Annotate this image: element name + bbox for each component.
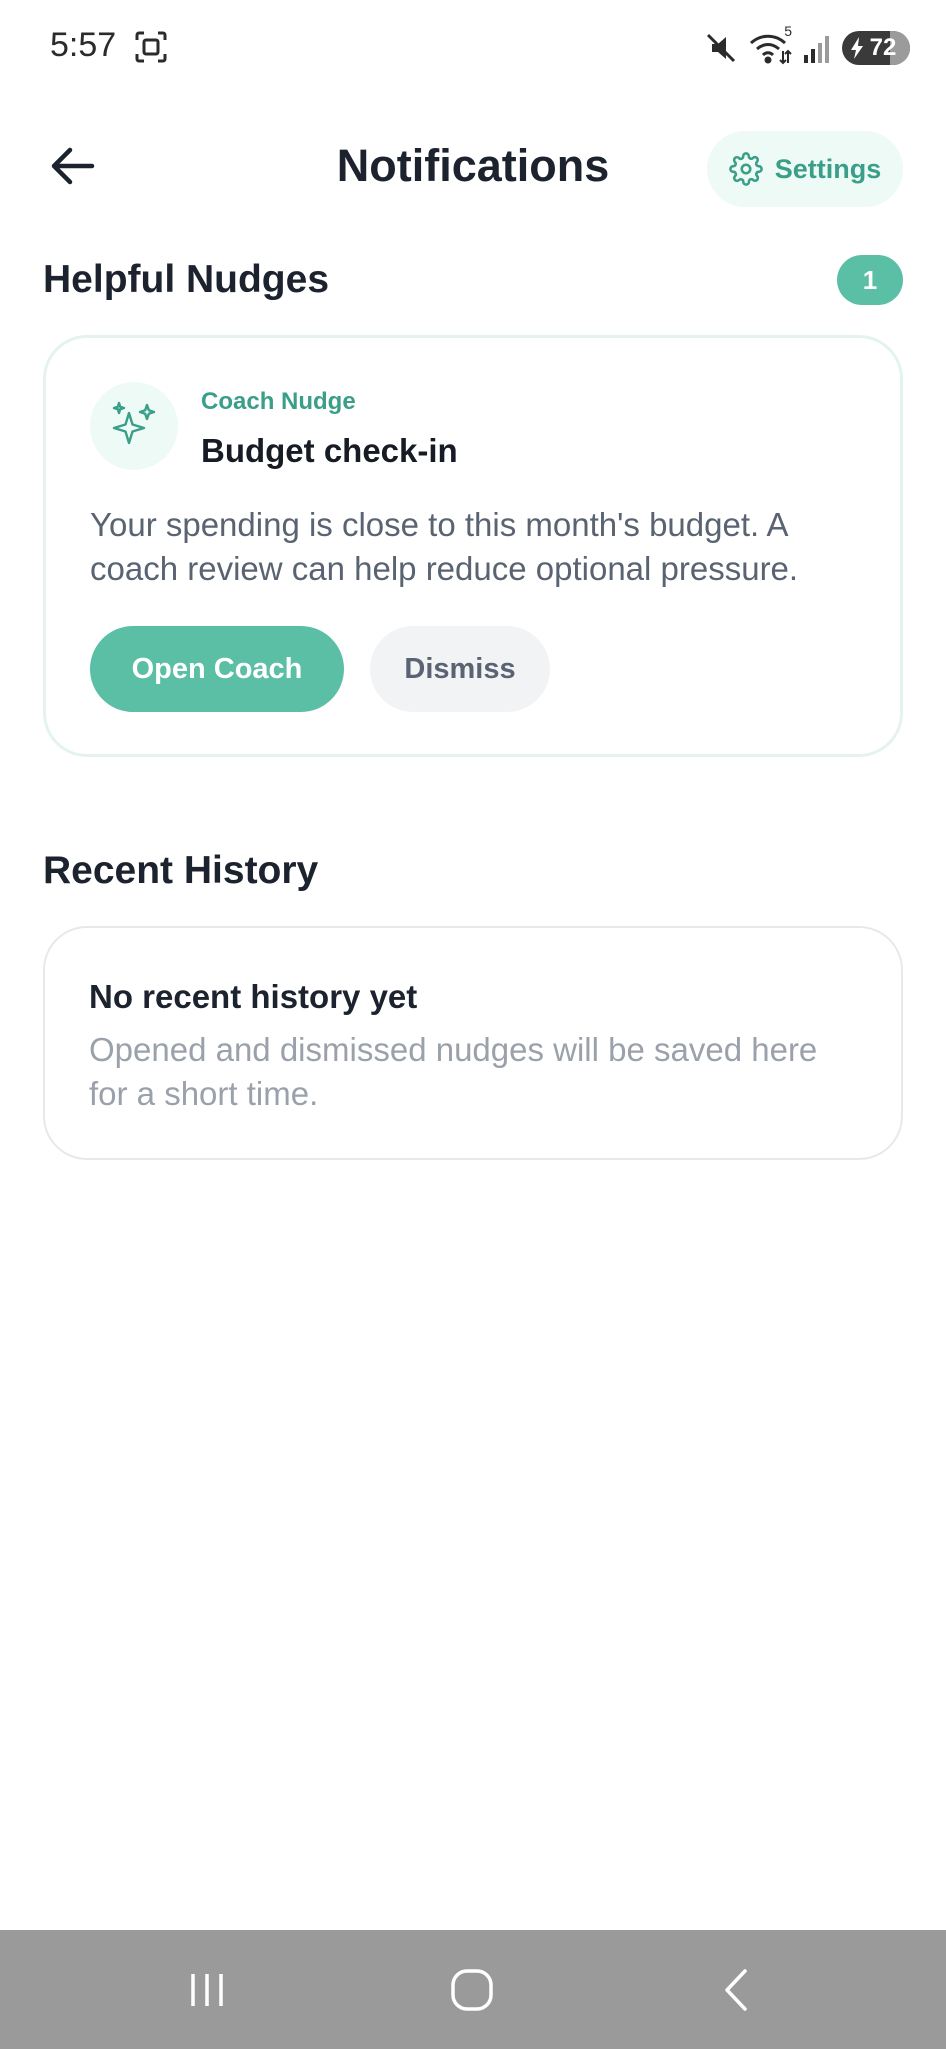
nudge-icon-wrapper — [90, 382, 178, 470]
battery-level: 72 — [869, 34, 897, 61]
sparkles-icon — [112, 401, 156, 445]
nudge-card: Coach Nudge Budget check-in Your spendin… — [43, 335, 903, 757]
settings-button[interactable]: Settings — [707, 131, 903, 207]
wifi-icon: 5 — [748, 23, 792, 65]
nudges-section-title: Helpful Nudges — [43, 258, 330, 301]
signal-icon — [802, 31, 832, 65]
network-tag: 5 — [784, 23, 792, 39]
recent-apps-button[interactable] — [147, 1930, 267, 2049]
screenshot-icon — [134, 30, 168, 64]
battery-indicator: 72 — [842, 31, 910, 65]
nudge-count-badge: 1 — [837, 255, 903, 305]
home-button[interactable] — [412, 1930, 532, 2049]
nudge-type-label: Coach Nudge — [201, 388, 356, 415]
history-empty-title: No recent history yet — [89, 978, 418, 1015]
status-icons: 5 72 — [704, 23, 910, 68]
history-empty-card: No recent history yet Opened and dismiss… — [43, 926, 903, 1160]
status-time: 5:57 — [50, 26, 117, 64]
settings-label: Settings — [774, 153, 882, 184]
system-nav-bar — [0, 1930, 946, 2049]
nudge-message: Your spending is close to this month's b… — [90, 506, 799, 587]
nudge-title: Budget check-in — [201, 432, 458, 469]
open-coach-button[interactable]: Open Coach — [90, 626, 344, 712]
chevron-left-icon — [725, 1968, 747, 2011]
gear-icon — [728, 152, 763, 186]
dismiss-button[interactable]: Dismiss — [370, 626, 550, 712]
status-bar: 5:57 5 72 — [0, 0, 946, 96]
system-back-button[interactable] — [677, 1930, 797, 2049]
mute-icon — [704, 31, 738, 65]
recents-icon — [191, 1973, 223, 2006]
history-empty-message: Opened and dismissed nudges will be save… — [89, 1031, 818, 1112]
history-section-title: Recent History — [43, 849, 319, 892]
home-icon — [451, 1968, 493, 2011]
